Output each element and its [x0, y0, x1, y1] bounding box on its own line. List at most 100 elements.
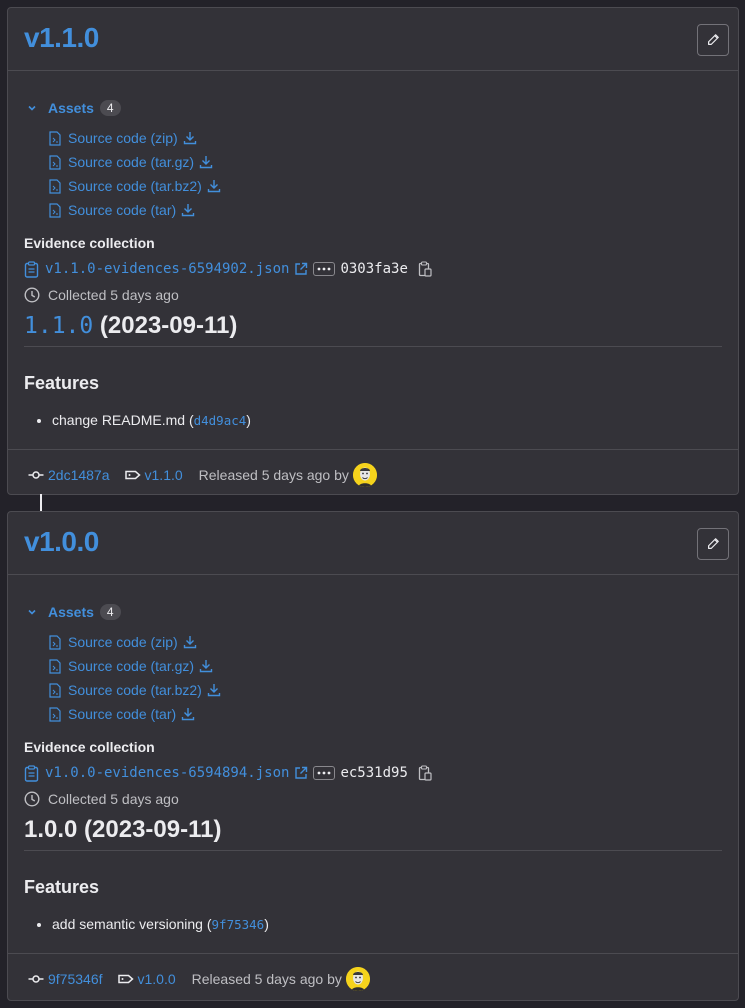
release-connector-line — [40, 494, 42, 512]
asset-link[interactable]: Source code (tar.bz2) — [49, 174, 722, 198]
feature-text: add semantic versioning ( — [52, 916, 212, 932]
clipboard-list-icon — [24, 260, 39, 278]
collected-info: Collected 5 days ago — [24, 285, 722, 305]
file-code-icon — [49, 706, 63, 722]
release-footer: 2dc1487a v1.1.0 Released 5 days ago by — [8, 449, 738, 500]
footer-tag-label: v1.1.0 — [144, 467, 183, 483]
collected-info: Collected 5 days ago — [24, 789, 722, 809]
released-text: Released 5 days ago by — [191, 971, 342, 987]
release-card-v1-0-0: v1.0.0 Assets 4 Source code (zip) Source… — [7, 511, 739, 1001]
expand-sha-button[interactable] — [313, 766, 336, 780]
file-code-icon — [49, 154, 63, 170]
asset-label: Source code (tar.gz) — [68, 154, 195, 170]
release-title[interactable]: v1.1.0 — [24, 22, 99, 54]
download-icon — [181, 203, 195, 217]
footer-commit[interactable]: 9f75346f — [28, 971, 103, 987]
download-icon — [199, 659, 213, 673]
release-card-v1-1-0: v1.1.0 Assets 4 Source code (zip) Source… — [7, 7, 739, 495]
version-date: (2023-09-11) — [93, 312, 238, 339]
copy-icon[interactable] — [418, 765, 432, 781]
release-notes-heading: 1.1.0 (2023-09-11) — [24, 312, 722, 347]
feature-text: change README.md ( — [52, 412, 194, 428]
assets-label: Assets — [48, 100, 94, 116]
asset-label: Source code (tar.bz2) — [68, 178, 202, 194]
release-header: v1.0.0 — [8, 512, 738, 575]
asset-list: Source code (zip) Source code (tar.gz) S… — [49, 630, 722, 726]
file-code-icon — [49, 658, 63, 674]
asset-link[interactable]: Source code (zip) — [49, 126, 722, 150]
download-icon — [183, 131, 197, 145]
asset-link[interactable]: Source code (tar.gz) — [49, 654, 722, 678]
download-icon — [181, 707, 195, 721]
file-code-icon — [49, 634, 63, 650]
assets-count-badge: 4 — [99, 100, 121, 116]
evidence-file-link[interactable]: v1.1.0-evidences-6594902.json — [45, 261, 289, 277]
edit-release-button[interactable] — [697, 528, 729, 560]
release-title[interactable]: v1.0.0 — [24, 526, 99, 558]
clock-icon — [24, 791, 40, 807]
pencil-icon — [706, 537, 720, 551]
clipboard-list-icon — [24, 764, 39, 782]
download-icon — [207, 683, 221, 697]
collected-text: Collected 5 days ago — [48, 287, 179, 303]
avatar[interactable] — [352, 463, 377, 487]
features-heading: Features — [24, 877, 100, 897]
tag-icon — [117, 974, 134, 984]
footer-tag[interactable]: v1.1.0 — [124, 467, 183, 483]
clock-icon — [24, 287, 40, 303]
file-code-icon — [49, 130, 63, 146]
file-code-icon — [49, 202, 63, 218]
footer-tag[interactable]: v1.0.0 — [117, 971, 176, 987]
asset-link[interactable]: Source code (zip) — [49, 630, 722, 654]
evidence-file-link[interactable]: v1.0.0-evidences-6594894.json — [45, 765, 289, 781]
asset-link[interactable]: Source code (tar.bz2) — [49, 678, 722, 702]
download-icon — [183, 635, 197, 649]
expand-sha-button[interactable] — [313, 262, 336, 276]
assets-label: Assets — [48, 604, 94, 620]
asset-list: Source code (zip) Source code (tar.gz) S… — [49, 126, 722, 222]
asset-label: Source code (zip) — [68, 130, 178, 146]
file-code-icon — [49, 178, 63, 194]
evidence-title: Evidence collection — [24, 235, 155, 251]
asset-label: Source code (tar) — [68, 706, 177, 722]
avatar[interactable] — [345, 967, 370, 991]
release-notes-heading: 1.0.0 (2023-09-11) — [24, 816, 722, 851]
assets-toggle[interactable]: Assets 4 — [24, 98, 722, 118]
evidence-row: v1.1.0-evidences-6594902.json 0303fa3e — [24, 259, 722, 279]
assets-toggle[interactable]: Assets 4 — [24, 602, 722, 622]
asset-label: Source code (tar.gz) — [68, 658, 195, 674]
feature-list: add semantic versioning (9f75346) — [52, 914, 722, 934]
chevron-down-icon — [24, 607, 40, 617]
evidence-sha: ec531d95 — [340, 765, 408, 781]
list-item: add semantic versioning (9f75346) — [52, 914, 722, 934]
footer-tag-label: v1.0.0 — [137, 971, 176, 987]
commit-link[interactable]: 9f75346 — [212, 917, 265, 932]
asset-label: Source code (zip) — [68, 634, 178, 650]
commit-link[interactable]: d4d9ac4 — [194, 413, 247, 428]
copy-icon[interactable] — [418, 261, 432, 277]
commit-icon — [28, 974, 44, 984]
asset-link[interactable]: Source code (tar) — [49, 702, 722, 726]
version-link[interactable]: 1.1.0 — [24, 313, 93, 339]
edit-release-button[interactable] — [697, 24, 729, 56]
version-text: 1.0.0 (2023-09-11) — [24, 816, 222, 843]
file-code-icon — [49, 682, 63, 698]
pencil-icon — [706, 33, 720, 47]
footer-commit[interactable]: 2dc1487a — [28, 467, 110, 483]
asset-link[interactable]: Source code (tar) — [49, 198, 722, 222]
asset-link[interactable]: Source code (tar.gz) — [49, 150, 722, 174]
release-footer: 9f75346f v1.0.0 Released 5 days ago by — [8, 953, 738, 1004]
feature-close: ) — [264, 916, 269, 932]
asset-label: Source code (tar.bz2) — [68, 682, 202, 698]
evidence-title: Evidence collection — [24, 739, 155, 755]
evidence-sha: 0303fa3e — [340, 261, 408, 277]
feature-close: ) — [246, 412, 251, 428]
download-icon — [207, 179, 221, 193]
chevron-down-icon — [24, 103, 40, 113]
evidence-row: v1.0.0-evidences-6594894.json ec531d95 — [24, 763, 722, 783]
commit-icon — [28, 470, 44, 480]
external-link-icon[interactable] — [294, 262, 308, 276]
external-link-icon[interactable] — [294, 766, 308, 780]
list-item: change README.md (d4d9ac4) — [52, 410, 722, 430]
footer-commit-sha: 9f75346f — [48, 971, 103, 987]
